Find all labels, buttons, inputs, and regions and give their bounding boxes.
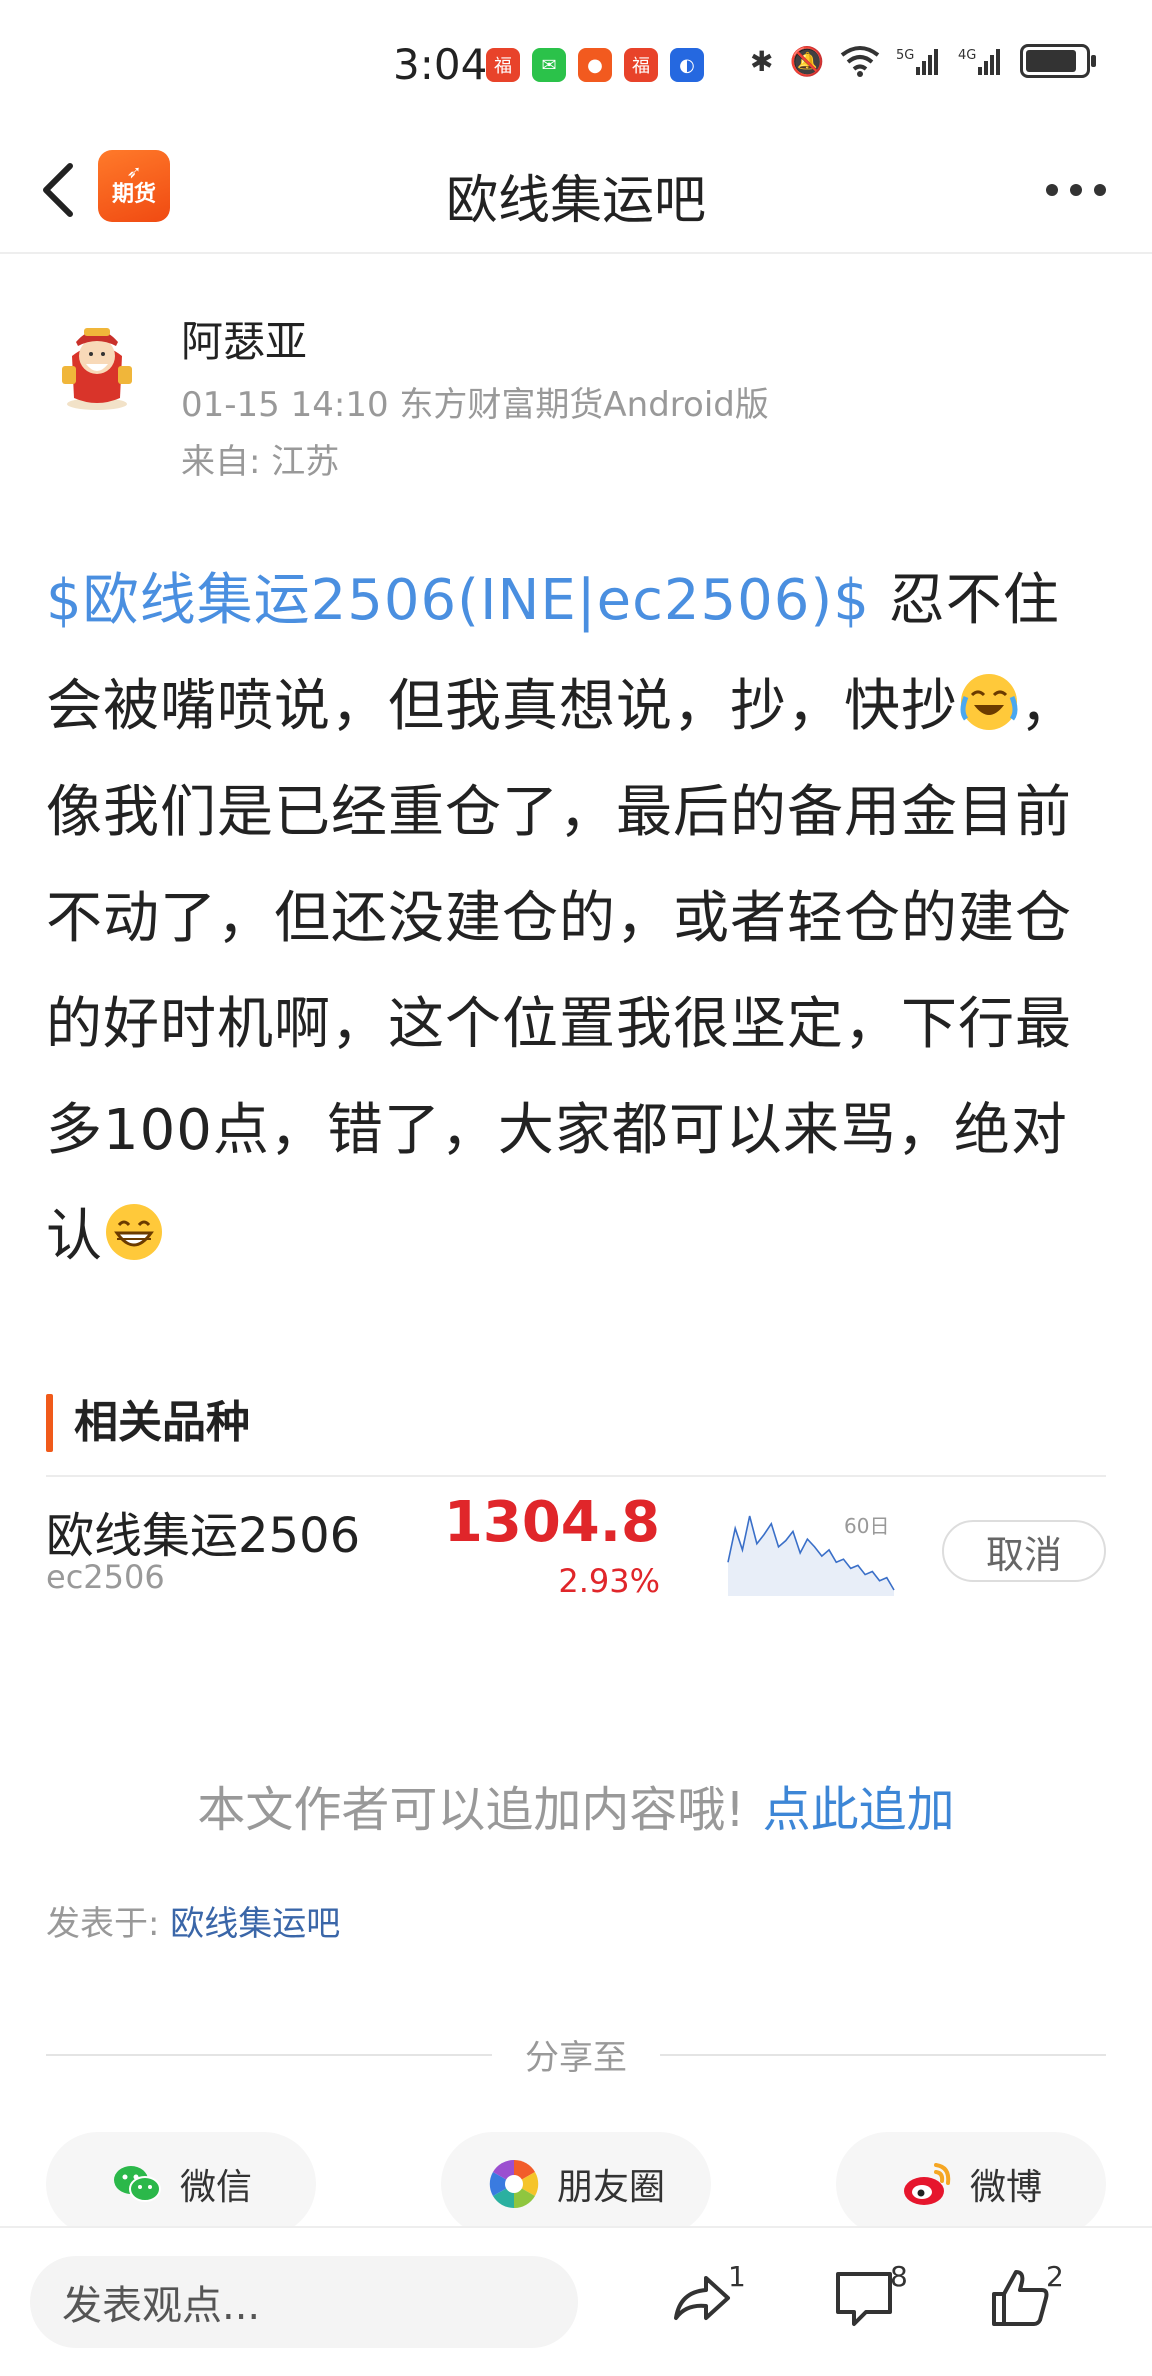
stock-name[interactable]: 欧线集运2506 — [46, 1496, 360, 1566]
stock-tag-link[interactable]: $欧线集运2506(INE|ec2506)$ — [46, 568, 870, 633]
post-text: ，像我们是已经重仓了，最后的备用金目前不动了，但还没建仓的，或者轻仓的建仓的好时… — [46, 674, 1077, 1269]
share-wechat-button[interactable]: 微信 — [46, 2132, 316, 2236]
stock-price: 1304.8 — [443, 1490, 660, 1555]
wechat-icon — [113, 2166, 161, 2202]
app-notification-icon: 福 — [486, 48, 520, 82]
stock-code: ec2506 — [46, 1558, 165, 1596]
notification-icons: 福 ✉ ● 福 ◐ — [486, 48, 704, 82]
share-arrow-icon — [674, 2276, 730, 2320]
share-weibo-button[interactable]: 微博 — [836, 2132, 1106, 2236]
sparkline-label: 60日 — [844, 1514, 890, 1538]
post-meta: 01-15 14:10 东方财富期货Android版 — [181, 385, 769, 425]
stock-change: 2.93% — [558, 1562, 660, 1600]
add-content-prompt: 本文作者可以追加内容哦! 点此追加 — [0, 1770, 1152, 1840]
battery-icon — [1020, 44, 1097, 78]
cancel-button[interactable]: 取消 — [942, 1520, 1106, 1582]
status-bar: 3:04 福 ✉ ● 福 ◐ ✱ 🔕 5G 4G — [0, 0, 1152, 130]
post-location: 来自: 江苏 — [181, 442, 340, 482]
author-name[interactable]: 阿瑟亚 — [181, 308, 307, 369]
app-notification-icon: 福 — [624, 48, 658, 82]
like-action[interactable]: 2 — [988, 2260, 1088, 2340]
share-action[interactable]: 1 — [670, 2260, 770, 2340]
wifi-icon — [841, 46, 880, 77]
share-wechat-label: 微信 — [179, 2167, 252, 2208]
published-in: 发表于: 欧线集运吧 — [46, 1896, 340, 1945]
app-notification-icon: ◐ — [670, 48, 704, 82]
share-weibo-label: 微博 — [969, 2167, 1042, 2208]
wechat-notification-icon: ✉ — [532, 48, 566, 82]
published-in-bar-link[interactable]: 欧线集运吧 — [170, 1904, 340, 1944]
moments-icon — [489, 2159, 539, 2209]
comment-action[interactable]: 8 — [832, 2260, 932, 2340]
more-icon[interactable] — [1046, 184, 1106, 196]
thumbs-up-icon — [992, 2270, 1049, 2326]
grinning-emoji-icon — [106, 1204, 162, 1260]
share-count: 1 — [728, 2260, 746, 2293]
weibo-icon — [903, 2163, 951, 2205]
page-title: 欧线集运吧 — [445, 171, 706, 231]
comment-count: 8 — [890, 2260, 908, 2293]
app-notification-icon: ● — [578, 48, 612, 82]
post-content: $欧线集运2506(INE|ec2506)$ 忍不住会被嘴喷说，但我真想说，抄，… — [46, 548, 1086, 1290]
mute-icon: 🔕 — [789, 44, 825, 78]
share-moments-label: 朋友圈 — [556, 2167, 665, 2208]
comment-input[interactable]: 发表观点... — [30, 2256, 578, 2348]
nav-bar: ➶ 期货 欧线集运吧 — [0, 130, 1152, 254]
comment-icon — [836, 2272, 892, 2326]
system-icons: ✱ 🔕 5G 4G — [750, 44, 1097, 78]
status-time: 3:04 — [393, 40, 488, 89]
published-in-label: 发表于: — [46, 1904, 171, 1944]
avatar[interactable] — [54, 316, 140, 412]
svg-text:4G: 4G — [958, 48, 976, 63]
add-content-text: 本文作者可以追加内容哦! — [197, 1782, 745, 1838]
related-title: 相关品种 — [74, 1397, 250, 1448]
crying-laughing-emoji-icon — [960, 674, 1018, 730]
section-accent-bar — [46, 1394, 53, 1452]
add-content-link[interactable]: 点此追加 — [763, 1782, 955, 1838]
like-count: 2 — [1046, 2260, 1064, 2293]
svg-text:5G: 5G — [896, 48, 914, 63]
divider — [46, 1475, 1106, 1477]
signal-4g-icon: 4G — [958, 48, 1001, 75]
bottom-action-bar: 发表观点... 1 8 2 — [0, 2226, 1152, 2376]
share-moments-button[interactable]: 朋友圈 — [441, 2132, 711, 2236]
signal-5g-icon: 5G — [896, 48, 939, 75]
share-divider-right — [660, 2054, 1106, 2056]
bluetooth-icon: ✱ — [750, 44, 774, 78]
